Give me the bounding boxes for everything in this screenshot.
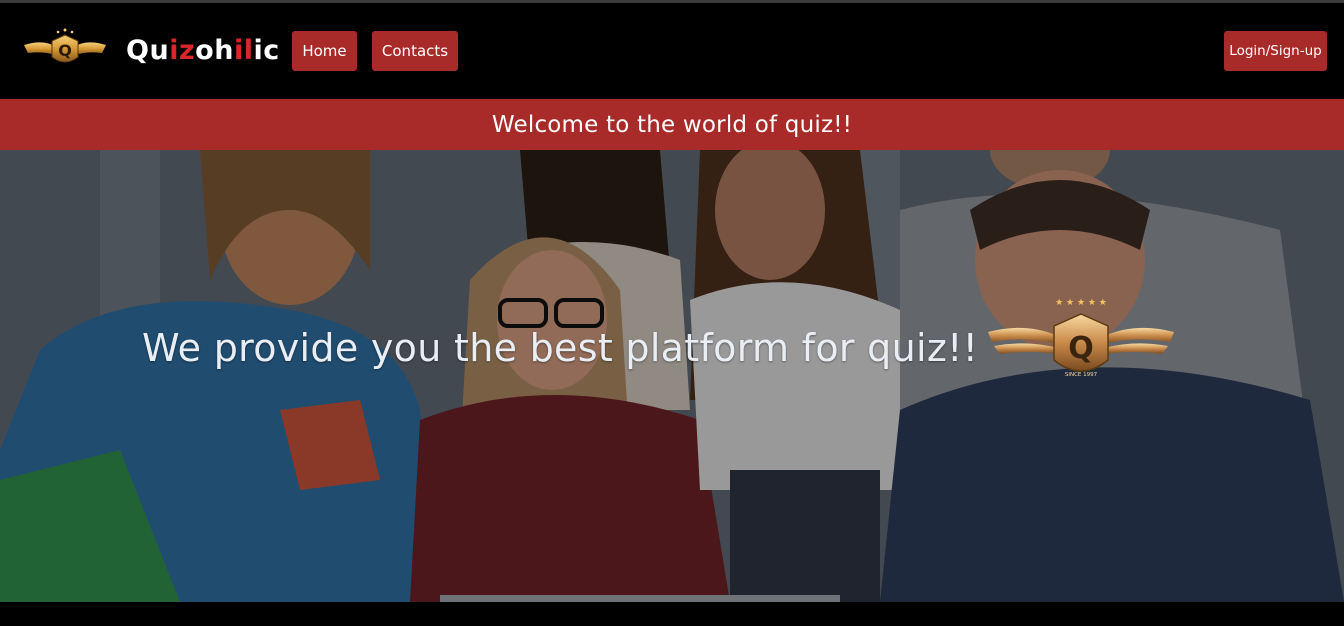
quiz-logo-icon[interactable]: Q [22, 25, 108, 77]
login-signup-button[interactable]: Login/Sign-up [1224, 31, 1327, 71]
brand-name-part: iz [169, 35, 196, 66]
hero-section: We provide you the best platform for qui… [0, 150, 1344, 602]
brand-name-part: il [233, 35, 254, 66]
welcome-banner: Welcome to the world of quiz!! [0, 99, 1344, 150]
navbar: Q Quizohilic Home Contacts Login/Sign-up [0, 3, 1344, 99]
svg-text:Q: Q [58, 41, 72, 60]
brand-name[interactable]: Quizohilic [126, 33, 280, 69]
home-button[interactable]: Home [292, 31, 357, 71]
svg-text:SINCE 1997: SINCE 1997 [1065, 372, 1098, 378]
brand-name-part: ic [253, 35, 280, 66]
hero-tagline: We provide you the best platform for qui… [142, 326, 979, 370]
svg-text:Q: Q [1068, 331, 1094, 366]
brand-name-part: oh [195, 35, 234, 66]
contacts-button[interactable]: Contacts [372, 31, 458, 71]
welcome-text: Welcome to the world of quiz!! [491, 111, 853, 138]
quiz-emblem-icon: Q SINCE 1997 ★ ★ ★ ★ ★ [988, 298, 1174, 378]
page-bottom-bar [0, 602, 1344, 626]
svg-text:★ ★ ★ ★ ★: ★ ★ ★ ★ ★ [1055, 298, 1107, 308]
brand-name-part: Qu [126, 35, 170, 66]
